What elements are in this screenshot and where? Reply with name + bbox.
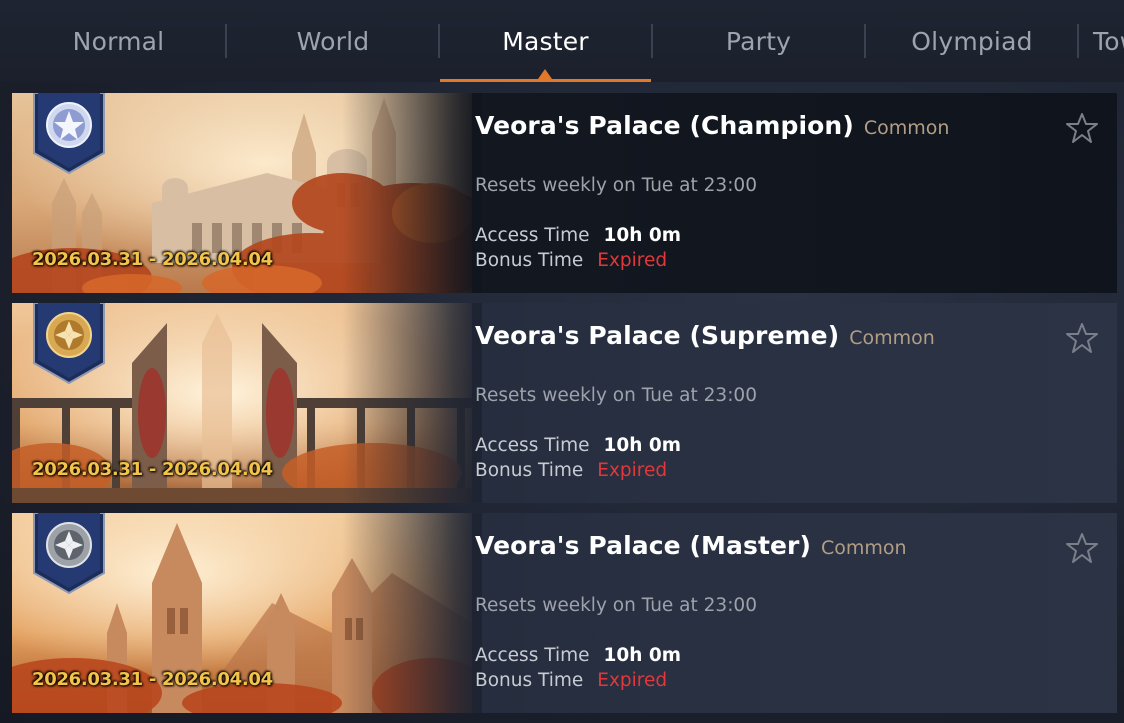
event-date-range: 2026.03.31 - 2026.04.04 <box>32 669 273 690</box>
dungeon-name: Veora's Palace (Supreme) <box>475 321 840 350</box>
access-time-label: Access Time <box>475 225 590 246</box>
master-emblem-icon <box>32 513 106 595</box>
rarity-label: Common <box>849 327 935 349</box>
access-time-value: 10h 0m <box>603 645 682 666</box>
bonus-time-value: Expired <box>597 250 668 271</box>
tab-tower[interactable]: Tow <box>1093 0 1124 82</box>
tab-divider <box>1077 24 1079 58</box>
access-time-label: Access Time <box>475 645 590 666</box>
tab-normal[interactable]: Normal <box>12 0 225 82</box>
bonus-time-value: Expired <box>597 460 668 481</box>
reset-schedule: Resets weekly on Tue at 23:00 <box>475 385 757 406</box>
champion-emblem-icon <box>32 93 106 175</box>
active-tab-caret <box>538 69 552 79</box>
difficulty-tab-bar: Normal World Master Party Olympiad Tow <box>0 0 1124 82</box>
access-time-row: Access Time 10h 0m <box>475 225 681 246</box>
dungeon-name: Veora's Palace (Champion) <box>475 111 854 140</box>
reset-schedule: Resets weekly on Tue at 23:00 <box>475 175 757 196</box>
bonus-time-label: Bonus Time <box>475 250 584 271</box>
access-time-value: 10h 0m <box>603 225 682 246</box>
image-fade-overlay <box>342 513 482 713</box>
bonus-time-row: Bonus Time Expired <box>475 670 667 691</box>
tab-world[interactable]: World <box>227 0 439 82</box>
event-date-range: 2026.03.31 - 2026.04.04 <box>32 459 273 480</box>
rarity-label: Common <box>863 117 950 139</box>
supreme-emblem-icon <box>32 303 106 385</box>
bonus-time-label: Bonus Time <box>475 460 584 481</box>
bonus-time-label: Bonus Time <box>475 670 584 691</box>
bonus-time-row: Bonus Time Expired <box>475 460 667 481</box>
dungeon-card-supreme[interactable]: 2026.03.31 - 2026.04.04 Veora's Palace (… <box>12 303 1117 503</box>
dungeon-name: Veora's Palace (Master) <box>475 531 812 560</box>
favorite-star-icon[interactable] <box>1065 111 1099 145</box>
image-fade-overlay <box>342 93 482 293</box>
reset-schedule: Resets weekly on Tue at 23:00 <box>475 595 757 616</box>
dungeon-title: Veora's Palace (Supreme) Common <box>475 321 935 350</box>
dungeon-title: Veora's Palace (Master) Common <box>475 531 907 560</box>
rarity-label: Common <box>821 537 907 559</box>
access-time-label: Access Time <box>475 435 590 456</box>
tab-party[interactable]: Party <box>653 0 864 82</box>
favorite-star-icon[interactable] <box>1065 321 1099 355</box>
bonus-time-value: Expired <box>597 670 668 691</box>
active-tab-indicator <box>440 79 651 82</box>
access-time-row: Access Time 10h 0m <box>475 435 681 456</box>
access-time-value: 10h 0m <box>603 435 682 456</box>
dungeon-card-champion[interactable]: 2026.03.31 - 2026.04.04 Veora's Palace (… <box>12 93 1117 293</box>
dungeon-title: Veora's Palace (Champion) Common <box>475 111 949 140</box>
bonus-time-row: Bonus Time Expired <box>475 250 667 271</box>
access-time-row: Access Time 10h 0m <box>475 645 681 666</box>
image-fade-overlay <box>342 303 482 503</box>
favorite-star-icon[interactable] <box>1065 531 1099 565</box>
tab-olympiad[interactable]: Olympiad <box>866 0 1078 82</box>
event-date-range: 2026.03.31 - 2026.04.04 <box>32 249 273 270</box>
dungeon-card-master[interactable]: 2026.03.31 - 2026.04.04 Veora's Palace (… <box>12 513 1117 713</box>
